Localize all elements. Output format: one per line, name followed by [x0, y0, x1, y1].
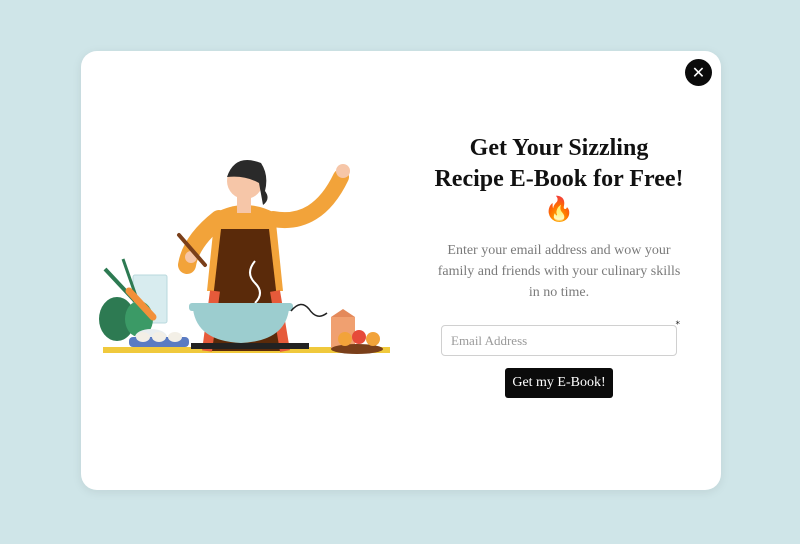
close-button[interactable]: ✕	[685, 59, 712, 86]
close-icon: ✕	[691, 63, 706, 82]
email-input[interactable]	[441, 325, 677, 356]
subtext: Enter your email address and wow your fa…	[437, 243, 681, 300]
signup-content: Get Your Sizzling Recipe E-Book for Free…	[433, 133, 685, 398]
required-mark: *	[675, 320, 681, 330]
woman-cooking-illustration	[99, 160, 390, 354]
email-field-wrapper: *	[441, 320, 680, 356]
headline: Get Your Sizzling Recipe E-Book for Free…	[434, 135, 684, 223]
ebook-signup-modal: ✕ Get Your Sizzling Recipe E-Book for Fr…	[81, 51, 721, 490]
get-ebook-button[interactable]: Get my E-Book!	[505, 368, 613, 398]
